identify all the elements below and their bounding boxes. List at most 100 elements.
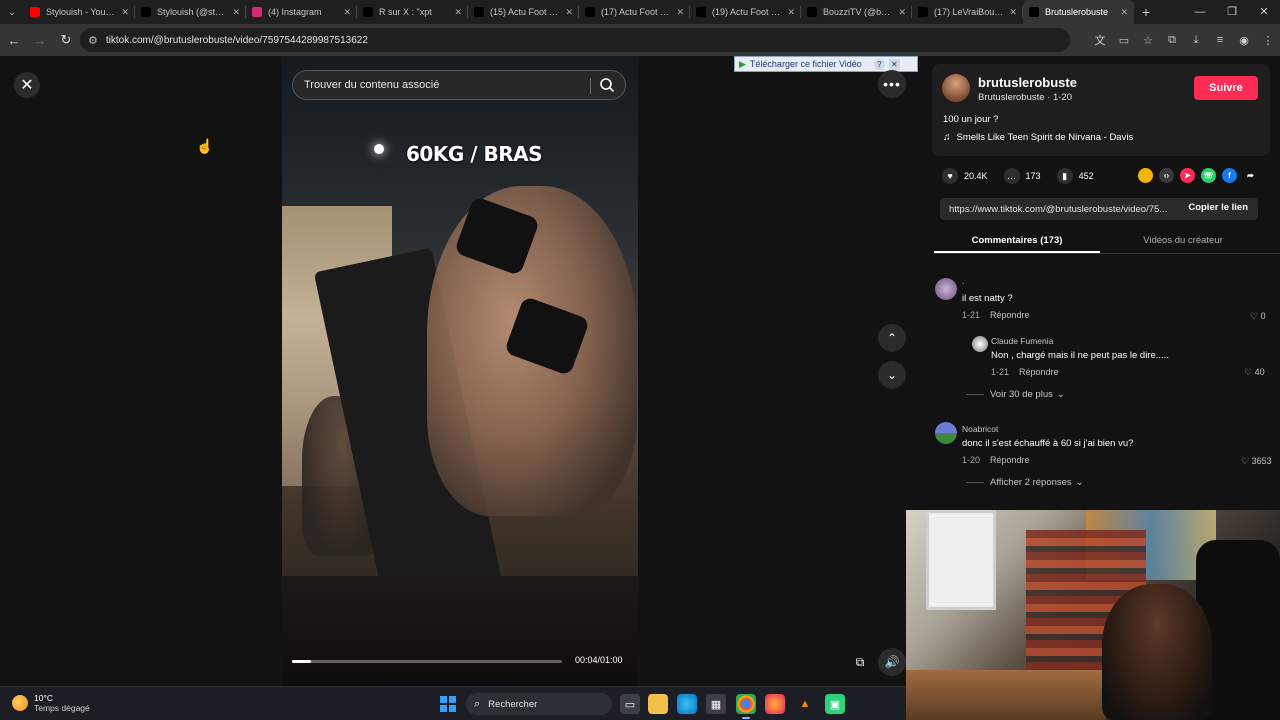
comment-like-button[interactable]: ♡ 40 xyxy=(1244,367,1265,378)
download-icon[interactable]: ⤓ xyxy=(1184,34,1208,47)
comment-like-button[interactable]: ♡ 0 xyxy=(1250,311,1266,322)
like-button[interactable]: ♥ 20.4K xyxy=(942,168,988,184)
previous-video-button[interactable]: ⌃ xyxy=(878,324,906,352)
related-content-search-input[interactable]: Trouver du contenu associé xyxy=(292,70,626,100)
file-explorer-icon[interactable] xyxy=(648,694,668,714)
close-icon[interactable]: ✕ xyxy=(888,58,900,70)
browser-tab[interactable]: Brutuslerobuste ✕ xyxy=(1023,0,1134,24)
taskbar-search[interactable]: ⌕ Rechercher xyxy=(466,693,612,715)
task-view-icon[interactable]: ▭ xyxy=(620,694,640,714)
show-replies-button[interactable]: Afficher 2 réponses ⌄ xyxy=(966,477,1084,488)
video-timecode: 00:04/01:00 xyxy=(575,655,623,665)
forward-button[interactable]: → xyxy=(28,28,52,52)
weather-widget[interactable]: 10°C Temps dégagé xyxy=(12,693,90,713)
video-player[interactable]: 60KG / BRAS xyxy=(282,56,638,686)
repost-icon[interactable]: ◦ xyxy=(1138,168,1153,183)
start-button[interactable] xyxy=(440,696,456,712)
cast-icon[interactable]: ▭ xyxy=(1112,34,1136,47)
close-tab-icon[interactable]: ✕ xyxy=(787,7,795,18)
author-username[interactable]: brutuslerobuste xyxy=(978,75,1077,90)
browser-tab[interactable]: Stylouish (@stylouish) ✕ xyxy=(135,0,246,24)
browser-tab[interactable]: R sur X : "xpt ✕ xyxy=(357,0,468,24)
close-tab-icon[interactable]: ✕ xyxy=(1009,7,1017,18)
url-bar[interactable]: ⚙ tiktok.com/@brutuslerobuste/video/7597… xyxy=(80,28,1070,52)
save-button[interactable]: ▮ 452 xyxy=(1056,168,1094,184)
close-tab-icon[interactable]: ✕ xyxy=(121,7,129,18)
comment-author[interactable]: Noabricot xyxy=(962,424,998,434)
browser-tab[interactable]: Stylouish - YouTube ✕ xyxy=(24,0,135,24)
address-bar-row: ← → ↻ ⚙ tiktok.com/@brutuslerobuste/vide… xyxy=(0,24,1280,56)
reading-list-icon[interactable]: ≡ xyxy=(1208,34,1232,46)
tab-favicon-icon xyxy=(696,7,706,17)
browser-menu-icon[interactable]: ⋮ xyxy=(1256,34,1280,47)
firefox-icon[interactable] xyxy=(765,694,785,714)
new-tab-button[interactable]: + xyxy=(1134,4,1158,20)
copy-link-button[interactable]: Copier le lien xyxy=(1188,202,1248,213)
browser-tab[interactable]: (17) Actu Foot sur X✕ xyxy=(579,0,690,24)
maximize-button[interactable]: ❐ xyxy=(1216,0,1248,24)
extensions-icon[interactable]: ⧉ xyxy=(1160,34,1184,47)
next-video-button[interactable]: ⌄ xyxy=(878,361,906,389)
close-window-button[interactable]: ✕ xyxy=(1248,0,1280,24)
tab-creator-videos[interactable]: Vidéos du créateur xyxy=(1100,228,1266,253)
app-icon[interactable]: ▣ xyxy=(825,694,845,714)
comment-date: 1-21 xyxy=(962,310,981,320)
avatar[interactable] xyxy=(942,74,970,102)
avatar[interactable] xyxy=(972,336,988,352)
avatar[interactable] xyxy=(935,422,957,444)
comment-button[interactable]: … 173 xyxy=(1003,168,1041,184)
browser-tab[interactable]: (15) Actu Foot sur X✕ xyxy=(468,0,579,24)
whatsapp-icon[interactable]: ☏ xyxy=(1201,168,1216,183)
browser-tab[interactable]: (19) Actu Foot sur X✕ xyxy=(690,0,801,24)
comment-like-button[interactable]: ♡ 3653 xyxy=(1241,456,1272,467)
facebook-icon[interactable]: f xyxy=(1222,168,1237,183)
close-tab-icon[interactable]: ✕ xyxy=(343,7,351,18)
edge-icon[interactable] xyxy=(677,694,697,714)
browser-tab-bar: ⌄ Stylouish - YouTube✕Stylouish (@stylou… xyxy=(0,0,1280,24)
minimize-button[interactable]: — xyxy=(1184,0,1216,24)
browser-tab[interactable]: BouzziTV (@bouzzitv) ✕ xyxy=(801,0,912,24)
close-video-button[interactable]: ✕ xyxy=(14,72,40,98)
view-more-replies-button[interactable]: Voir 30 de plus ⌄ xyxy=(966,389,1065,400)
close-tab-icon[interactable]: ✕ xyxy=(454,7,462,18)
video-link-field[interactable]: https://www.tiktok.com/@brutuslerobuste/… xyxy=(940,198,1258,220)
follow-button[interactable]: Suivre xyxy=(1194,76,1258,100)
music-link[interactable]: ♫ Smells Like Teen Spirit de Nirvana - D… xyxy=(943,132,1133,143)
reload-button[interactable]: ↻ xyxy=(54,28,78,52)
video-progress-bar[interactable] xyxy=(292,660,562,663)
embed-icon[interactable]: ‹› xyxy=(1159,168,1174,183)
vlc-icon[interactable]: ▲ xyxy=(795,694,815,714)
browser-tab[interactable]: (4) Instagram ✕ xyxy=(246,0,357,24)
send-to-friends-icon[interactable]: ➤ xyxy=(1180,168,1195,183)
translate-icon[interactable]: 文 xyxy=(1088,32,1112,48)
picture-in-picture-icon[interactable]: ⧉ xyxy=(846,648,874,676)
volume-icon[interactable]: 🔊 xyxy=(878,648,906,676)
chrome-icon[interactable] xyxy=(736,694,756,719)
tab-search-button[interactable]: ⌄ xyxy=(0,0,24,24)
back-button[interactable]: ← xyxy=(2,28,26,52)
comment-author[interactable]: Claude Fumenia xyxy=(991,336,1053,346)
close-tab-icon[interactable]: ✕ xyxy=(676,7,684,18)
close-tab-icon[interactable]: ✕ xyxy=(232,7,240,18)
close-tab-icon[interactable]: ✕ xyxy=(1120,7,1128,18)
close-tab-icon[interactable]: ✕ xyxy=(565,7,573,18)
avatar[interactable] xyxy=(935,278,957,300)
close-tab-icon[interactable]: ✕ xyxy=(898,7,906,18)
reply-button[interactable]: Répondre xyxy=(1019,367,1059,377)
browser-tab[interactable]: (17) LeVraiBousel ✕ xyxy=(912,0,1023,24)
more-options-button[interactable]: ••• xyxy=(878,70,906,98)
profile-icon[interactable]: ◉ xyxy=(1232,34,1256,47)
chevron-down-icon: ⌄ xyxy=(1056,389,1065,400)
bookmark-star-icon[interactable]: ☆ xyxy=(1136,34,1160,47)
site-info-icon[interactable]: ⚙ xyxy=(88,34,98,47)
tab-comments[interactable]: Commentaires (173) xyxy=(934,228,1100,253)
store-icon[interactable]: ▦ xyxy=(706,694,726,714)
comment-meta: 1-21 Répondre xyxy=(962,310,1030,320)
share-arrow-icon[interactable]: ➦ xyxy=(1243,168,1258,183)
help-icon[interactable]: ? xyxy=(873,58,885,70)
search-icon[interactable] xyxy=(599,77,615,93)
comment-author[interactable]: . xyxy=(962,276,964,286)
chevron-down-icon: ⌄ xyxy=(1075,477,1084,488)
reply-button[interactable]: Répondre xyxy=(990,455,1030,465)
reply-button[interactable]: Répondre xyxy=(990,310,1030,320)
